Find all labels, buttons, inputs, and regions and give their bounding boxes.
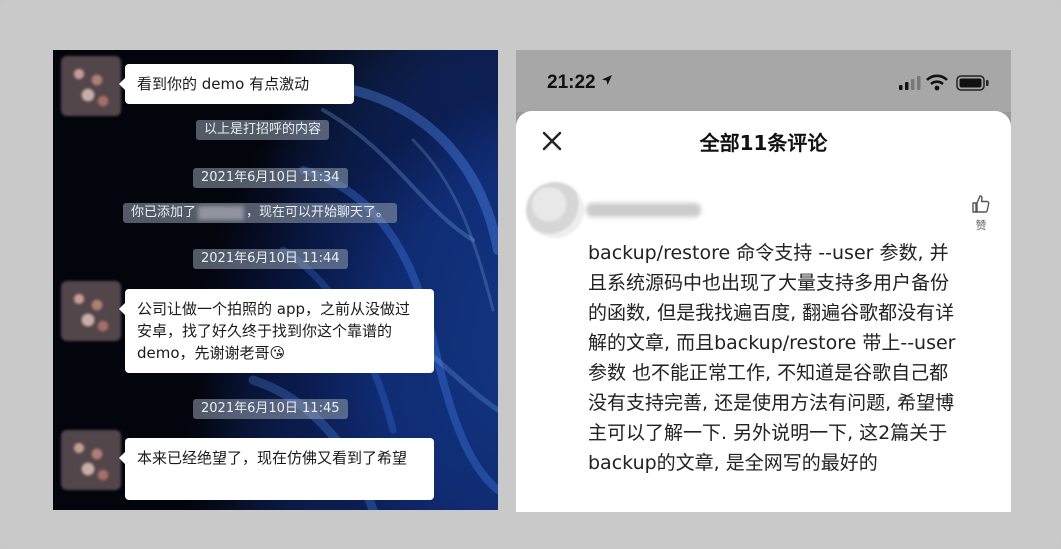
redacted-name [198,205,245,220]
like-label: 赞 [975,219,987,232]
screenshot-card: 看到你的 demo 有点激动 以上是打招呼的内容 2021年6月10日 11:3… [0,0,1061,549]
message-text: 本来已经绝望了，现在仿佛又看到了希望 [137,449,408,467]
thumbs-up-icon [972,195,990,213]
message-bubble: 公司让做一个拍照的 app，之前从没做过安卓，找了好久终于找到你这个靠谱的 de… [119,289,434,373]
contact-avatar[interactable] [61,430,121,490]
location-arrow-icon [601,75,612,85]
added-notice-prefix: 你已添加了 [131,205,197,220]
commenter-name-redacted [586,203,701,217]
system-notice: 以上是打招呼的内容 [196,120,330,140]
message-text: 看到你的 demo 有点激动 [137,75,310,93]
signal-icon [899,76,921,90]
status-bar: 21:22 [516,50,1011,112]
timestamp: 2021年6月10日 11:34 [193,168,348,188]
sheet-title: 全部11条评论 [699,131,828,155]
phone-screen: 21:22 全部11条评论 赞 backup/restore 命令支持 --us… [516,50,1011,512]
timestamp: 2021年6月10日 11:44 [193,249,348,269]
message-bubble: 看到你的 demo 有点激动 [119,64,354,104]
contact-avatar[interactable] [61,56,121,116]
added-notice-suffix: ，现在可以开始聊天了。 [246,205,390,220]
commenter-avatar[interactable] [526,182,584,238]
added-notice: 你已添加了 ，现在可以开始聊天了。 [123,203,398,223]
comments-sheet: 全部11条评论 赞 backup/restore 命令支持 --user 参数,… [516,111,1011,512]
battery-icon [956,75,989,91]
message-text: 公司让做一个拍照的 app，之前从没做过安卓，找了好久终于找到你这个靠谱的 de… [137,300,411,362]
timestamp: 2021年6月10日 11:45 [193,399,348,419]
like-button[interactable]: 赞 [970,194,992,233]
contact-avatar[interactable] [61,281,121,341]
wifi-icon [926,74,948,91]
message-bubble: 本来已经绝望了，现在仿佛又看到了希望 [119,438,434,500]
status-time: 21:22 [547,72,613,94]
chat-panel: 看到你的 demo 有点激动 以上是打招呼的内容 2021年6月10日 11:3… [53,50,498,510]
comment-text: backup/restore 命令支持 --user 参数, 并且系统源码中也出… [588,242,956,474]
